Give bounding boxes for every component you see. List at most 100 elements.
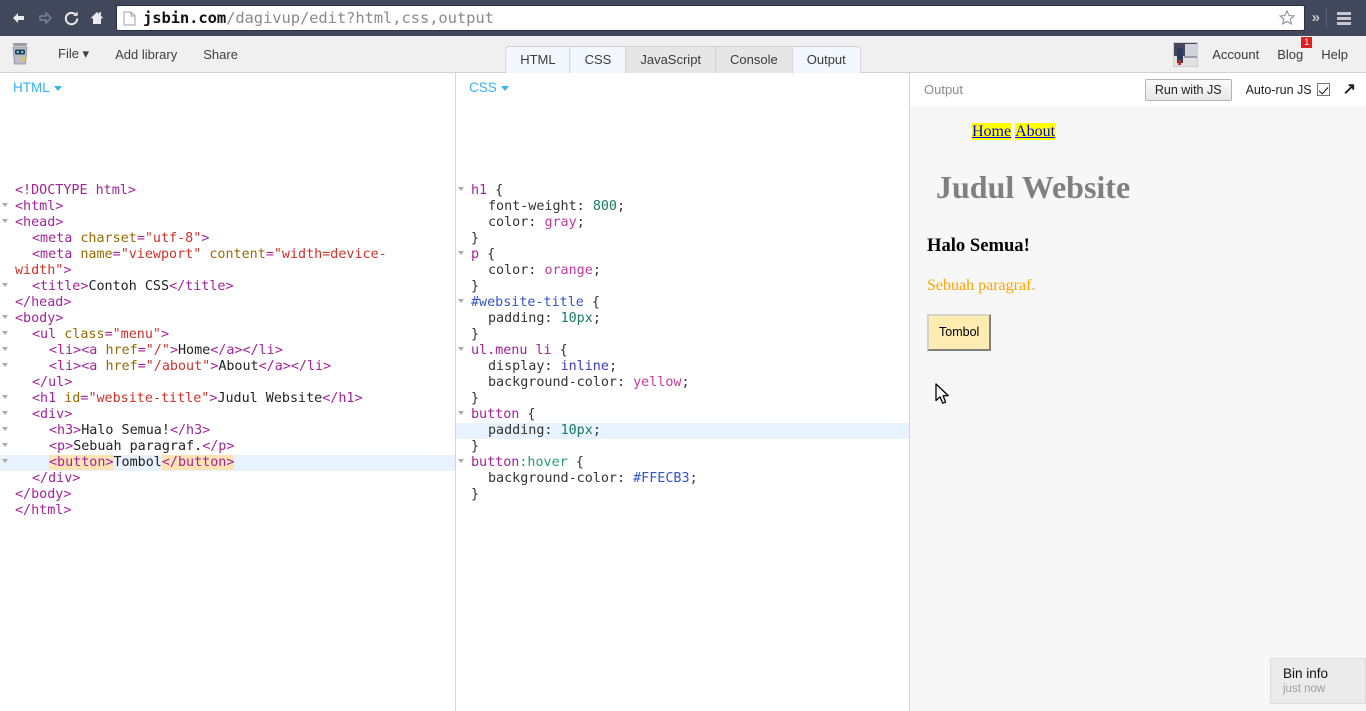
fold-triangle-icon[interactable]	[2, 395, 8, 399]
bin-info-toast[interactable]: Bin info just now	[1270, 658, 1366, 704]
url-bar[interactable]: jsbin.com/dagivup/edit?html,css,output	[116, 5, 1305, 31]
code-line[interactable]: <h3>Halo Semua!</h3>	[0, 423, 455, 439]
tab-css[interactable]: CSS	[569, 45, 626, 73]
file-menu[interactable]: File ▾	[45, 46, 102, 62]
fold-triangle-icon[interactable]	[2, 283, 8, 287]
code-line[interactable]: font-weight: 800;	[456, 199, 909, 215]
code-line[interactable]: <li><a href="/">Home</a></li>	[0, 343, 455, 359]
code-line[interactable]: </head>	[0, 295, 455, 311]
home-button[interactable]	[84, 5, 110, 31]
nav-link-home[interactable]: Home	[972, 123, 1011, 140]
code-line[interactable]: <title>Contoh CSS</title>	[0, 279, 455, 295]
code-line[interactable]: color: orange;	[456, 263, 909, 279]
fold-triangle-icon[interactable]	[2, 459, 8, 463]
code-line[interactable]: #website-title {	[456, 295, 909, 311]
output-render-frame: Home About Judul Website Halo Semua! Seb…	[910, 106, 1366, 711]
html-code-editor[interactable]: <!DOCTYPE html> <html> <head> <meta charset…	[0, 103, 455, 711]
fold-triangle-icon[interactable]	[2, 427, 8, 431]
expand-arrow-icon[interactable]: ↗	[1343, 81, 1356, 97]
css-code-editor[interactable]: h1 {font-weight: 800; color: gray;} p {col…	[456, 103, 909, 711]
code-line[interactable]: <div>	[0, 407, 455, 423]
tab-javascript[interactable]: JavaScript	[625, 45, 716, 73]
account-link[interactable]: Account	[1203, 47, 1268, 62]
code-line[interactable]: <body>	[0, 311, 455, 327]
run-with-js-button[interactable]: Run with JS	[1144, 78, 1232, 101]
code-token: Contoh CSS	[88, 279, 170, 294]
code-line[interactable]: <h1 id="website-title">Judul Website</h1…	[0, 391, 455, 407]
fold-triangle-icon[interactable]	[458, 459, 464, 463]
code-line[interactable]: }	[456, 279, 909, 295]
code-line[interactable]: </ul>	[0, 375, 455, 391]
code-line[interactable]: }	[456, 231, 909, 247]
fold-triangle-icon[interactable]	[2, 411, 8, 415]
tab-console[interactable]: Console	[715, 45, 792, 73]
code-line[interactable]: padding: 10px;	[456, 311, 909, 327]
auto-run-js-toggle[interactable]: Auto-run JS	[1246, 83, 1330, 97]
blog-link[interactable]: Blog 1	[1268, 36, 1313, 62]
hamburger-menu-icon[interactable]	[1327, 11, 1360, 26]
code-line[interactable]: <li><a href="/about">About</a></li>	[0, 359, 455, 375]
code-line[interactable]: </div>	[0, 471, 455, 487]
fold-triangle-icon[interactable]	[2, 347, 8, 351]
code-token: <h3>	[49, 423, 82, 438]
code-line[interactable]: </body>	[0, 487, 455, 503]
share-button[interactable]: Share	[190, 47, 251, 62]
code-token: yellow	[633, 375, 682, 390]
bookmark-star-icon[interactable]	[1276, 7, 1298, 29]
chevron-down-icon[interactable]	[500, 86, 509, 91]
chevron-down-icon[interactable]	[53, 86, 62, 91]
forward-button[interactable]	[32, 5, 58, 31]
add-library-button[interactable]: Add library	[102, 47, 190, 62]
code-line[interactable]: display: inline;	[456, 359, 909, 375]
code-line[interactable]: p {	[456, 247, 909, 263]
code-line[interactable]: button {	[456, 407, 909, 423]
tab-output[interactable]: Output	[791, 45, 861, 73]
code-line[interactable]: <html>	[0, 199, 455, 215]
code-line[interactable]: h1 {	[456, 183, 909, 199]
code-line[interactable]: <meta name="viewport" content="width=dev…	[0, 247, 455, 279]
code-line[interactable]: }	[456, 327, 909, 343]
html-panel-label[interactable]: HTML	[13, 80, 62, 95]
code-token: Home	[178, 343, 211, 358]
code-line[interactable]: <p>Sebuah paragraf.</p>	[0, 439, 455, 455]
code-line[interactable]: color: gray;	[456, 215, 909, 231]
code-token: id	[64, 391, 81, 406]
code-line[interactable]: }	[456, 439, 909, 455]
code-line[interactable]: <head>	[0, 215, 455, 231]
fold-triangle-icon[interactable]	[2, 331, 8, 335]
code-line[interactable]: padding: 10px;	[456, 423, 909, 439]
nav-link-about[interactable]: About	[1015, 123, 1055, 140]
code-line[interactable]: background-color: #FFECB3;	[456, 471, 909, 487]
code-line[interactable]: <!DOCTYPE html>	[0, 183, 455, 199]
fold-triangle-icon[interactable]	[2, 363, 8, 367]
code-line[interactable]: }	[456, 487, 909, 503]
fold-triangle-icon[interactable]	[458, 411, 464, 415]
reload-button[interactable]	[58, 5, 84, 31]
auto-run-js-checkbox[interactable]	[1316, 83, 1330, 96]
rendered-tombol-button[interactable]: Tombol	[927, 313, 992, 351]
help-link[interactable]: Help	[1312, 47, 1357, 62]
code-line[interactable]: background-color: yellow;	[456, 375, 909, 391]
fold-triangle-icon[interactable]	[2, 315, 8, 319]
fold-triangle-icon[interactable]	[458, 187, 464, 191]
tab-html[interactable]: HTML	[505, 45, 570, 73]
fold-triangle-icon[interactable]	[458, 251, 464, 255]
code-line[interactable]: <ul class="menu">	[0, 327, 455, 343]
fold-triangle-icon[interactable]	[2, 443, 8, 447]
chrome-overflow-button[interactable]: »	[1309, 8, 1327, 28]
code-line[interactable]: <button>Tombol</button>	[0, 455, 455, 471]
fold-triangle-icon[interactable]	[2, 219, 8, 223]
code-line[interactable]: <meta charset="utf-8">	[0, 231, 455, 247]
code-line[interactable]: }	[456, 391, 909, 407]
fold-triangle-icon[interactable]	[2, 203, 8, 207]
avatar[interactable]	[1173, 41, 1199, 67]
code-token: </ul>	[32, 375, 73, 390]
css-panel-label[interactable]: CSS	[469, 80, 509, 95]
back-button[interactable]	[6, 5, 32, 31]
fold-triangle-icon[interactable]	[458, 299, 464, 303]
code-line[interactable]: ul.menu li {	[456, 343, 909, 359]
fold-triangle-icon[interactable]	[458, 347, 464, 351]
jsbin-robot-logo[interactable]	[9, 42, 31, 66]
code-line[interactable]: </html>	[0, 503, 455, 519]
code-line[interactable]: button:hover {	[456, 455, 909, 471]
